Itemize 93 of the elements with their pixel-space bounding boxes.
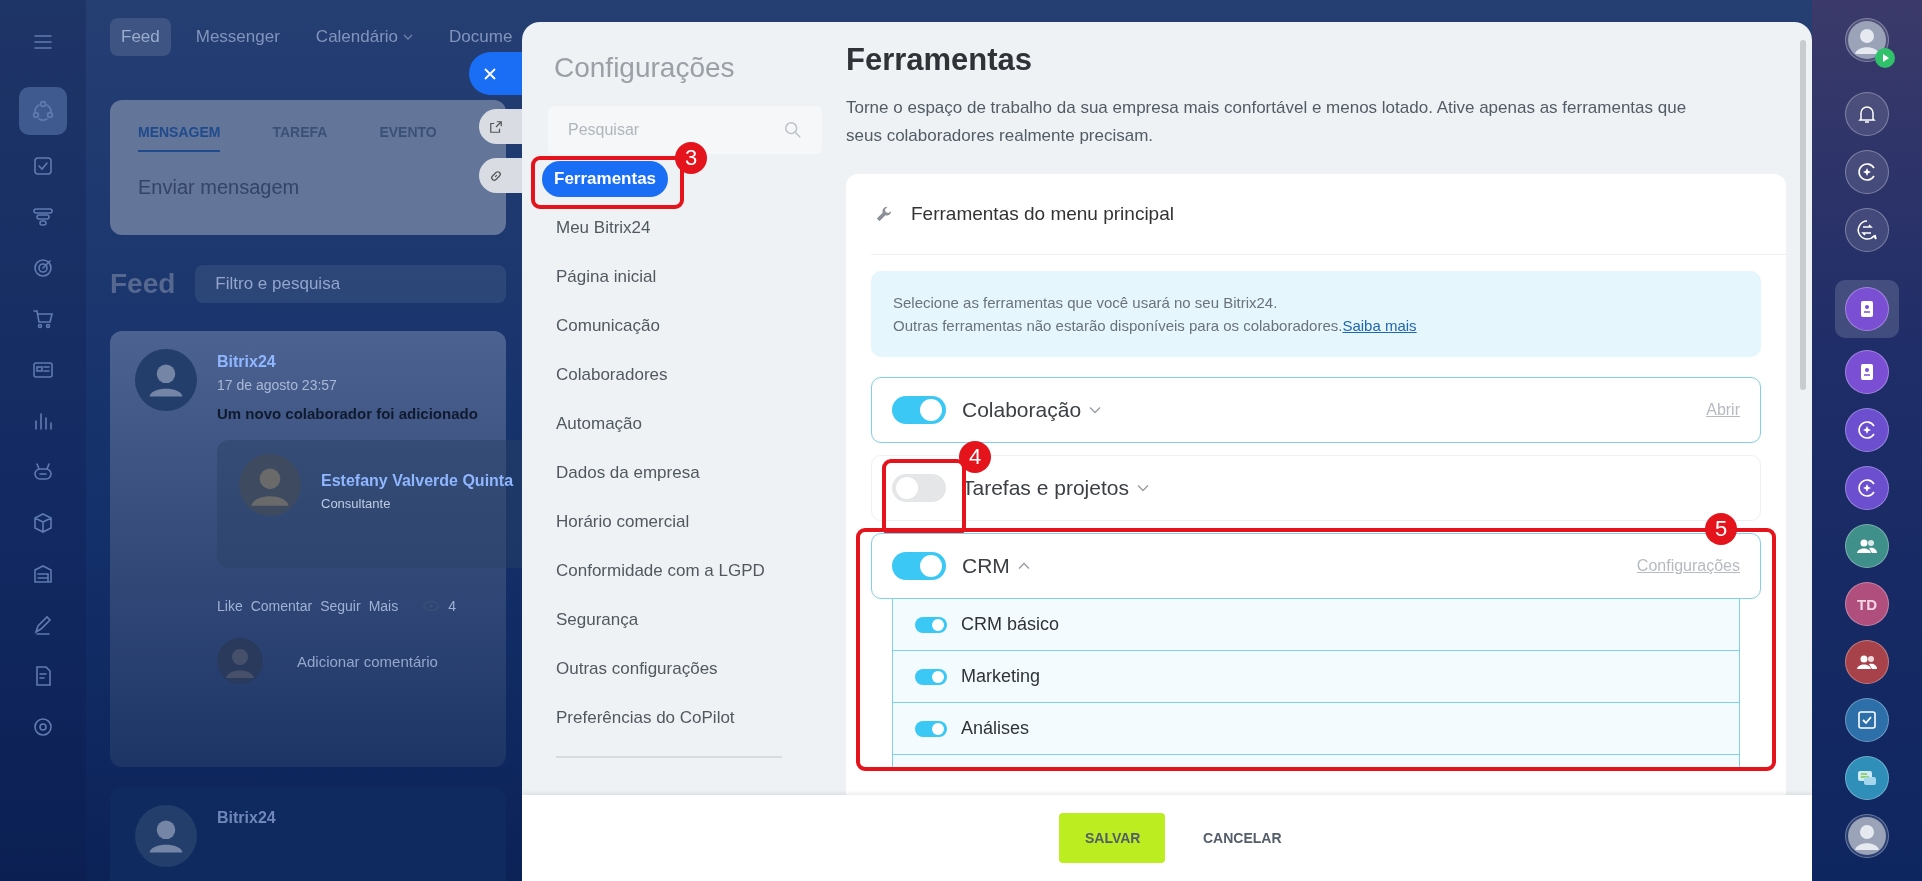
rail-item[interactable] (19, 87, 67, 135)
settings-nav-item[interactable]: Página inicial (548, 260, 665, 293)
toggle-switch[interactable] (915, 668, 947, 685)
post-action[interactable]: Mais (368, 598, 399, 614)
settings-nav-item[interactable]: Comunicação (548, 309, 668, 342)
exchange-button[interactable] (1845, 208, 1889, 252)
save-button[interactable]: SALVAR (1059, 813, 1165, 863)
toggle-switch[interactable] (915, 616, 947, 633)
callout-badge: 3 (675, 142, 707, 174)
box-icon (31, 511, 55, 535)
close-icon (483, 66, 497, 81)
section-title: Ferramentas do menu principal (911, 203, 1174, 225)
check-button[interactable] (1845, 698, 1889, 742)
user-icon (1847, 816, 1887, 856)
chat-avatar[interactable]: TD (1845, 582, 1889, 626)
checkbox-icon (1855, 708, 1879, 732)
toggle-switch[interactable] (892, 552, 946, 580)
avatar-icon (135, 349, 197, 411)
chevron-down-icon[interactable] (1089, 406, 1102, 414)
view-count: 4 (448, 598, 456, 614)
user-icon (1847, 20, 1887, 60)
settings-nav-item[interactable]: Colaboradores (548, 358, 676, 391)
toggle-switch[interactable] (892, 396, 946, 424)
tool-name: CRM (962, 554, 1010, 578)
funnel-icon (31, 205, 55, 229)
subtool-name: CRM básico (961, 614, 1060, 635)
play-icon (1875, 48, 1895, 68)
info-text: Selecione as ferramentas que você usará no seu Bitrix24. (893, 294, 1278, 311)
page-description: Torne o espaço de trabalho da sua empresa mais confortável e menos lotado. Ative apenas as ferramentas que seus colaboradores realmente precisam. (846, 97, 1688, 147)
nav-tab[interactable]: Docume (438, 18, 524, 56)
bell-button[interactable] (1845, 92, 1889, 136)
filter-field[interactable]: Filtro e pesquisa (195, 265, 506, 303)
settings-nav-item[interactable]: Automação (548, 407, 650, 440)
settings-nav-item[interactable]: Segurança (548, 603, 647, 636)
settings-nav-item[interactable]: Meu Bitrix24 (548, 211, 659, 244)
chat-button[interactable] (1845, 756, 1889, 800)
chevron-up-icon[interactable] (1017, 562, 1030, 570)
store-icon (31, 562, 55, 586)
cart-icon (31, 307, 55, 331)
exchange-icon (1855, 218, 1879, 242)
link-icon (489, 168, 503, 183)
feed-icon (31, 99, 55, 123)
post-text: Um novo colaborador foi adicionado (217, 405, 478, 422)
comment-field[interactable]: Adicionar comentário (297, 652, 438, 670)
learn-more-link[interactable]: Saiba mais (1342, 317, 1417, 334)
post-author[interactable]: Bitrix24 (217, 353, 276, 371)
settings-nav-item[interactable]: Dados da empresa (548, 456, 708, 489)
employee-position: Consultante (321, 496, 391, 511)
tool-name: Tarefas e projetos (962, 476, 1129, 500)
settings-nav-item[interactable]: Horário comercial (548, 505, 698, 538)
toggle-switch[interactable] (915, 720, 947, 737)
feed-title: Feed (110, 268, 176, 300)
wrench-icon (875, 205, 893, 223)
settings-nav-item[interactable]: Preferências do CoPilot (548, 701, 743, 734)
settings-title: Configurações (553, 52, 736, 84)
avatar-icon (135, 805, 197, 867)
search-icon (784, 121, 802, 139)
group-button[interactable] (1845, 524, 1889, 568)
post-author[interactable]: Bitrix24 (217, 809, 276, 827)
avatar-icon (239, 454, 301, 516)
post-action[interactable]: Seguir (320, 598, 361, 614)
subtool-name: Marketing (961, 666, 1041, 687)
page-title: Ferramentas (846, 42, 1034, 78)
nav-tab[interactable]: Messenger (184, 18, 291, 56)
cancel-button[interactable]: CANCELAR (1177, 813, 1308, 863)
tool-name: Colaboração (962, 398, 1082, 422)
info-text: Outras ferramentas não estarão disponíveis para os colaboradores. (893, 317, 1343, 334)
chevron-down-icon[interactable] (1136, 484, 1149, 492)
target-icon (31, 256, 55, 280)
nav-tab[interactable]: Feed (110, 18, 171, 56)
copilot-button[interactable] (1845, 466, 1889, 510)
user-button[interactable] (1845, 814, 1889, 858)
post-date: 17 de agosto 23:57 (217, 377, 337, 393)
copilot-button[interactable] (1845, 150, 1889, 194)
avatar-icon (217, 638, 263, 684)
close-button[interactable] (469, 52, 525, 95)
group-button[interactable] (1845, 640, 1889, 684)
settings-nav-item[interactable]: Ferramentas (542, 160, 669, 197)
post-action[interactable]: Like (217, 598, 243, 614)
toggle-switch[interactable] (892, 474, 946, 502)
gear-icon (31, 715, 55, 739)
settings-nav-item[interactable]: Outras configurações (548, 652, 726, 685)
contact-button[interactable] (1845, 287, 1889, 331)
employee-name[interactable]: Estefany Valverde Quinta (321, 472, 514, 490)
contact-button[interactable] (1845, 350, 1889, 394)
copilot-button[interactable] (1845, 408, 1889, 452)
nav-tab[interactable]: Calendário (304, 18, 425, 56)
tasks-icon (31, 154, 55, 178)
callout-badge: 4 (959, 441, 991, 473)
subtool-name: Análises (961, 718, 1030, 739)
settings-nav-item[interactable]: Conformidade com a LGPD (548, 554, 773, 587)
external-link-icon (489, 119, 503, 134)
post-action[interactable]: Comentar (250, 598, 313, 614)
